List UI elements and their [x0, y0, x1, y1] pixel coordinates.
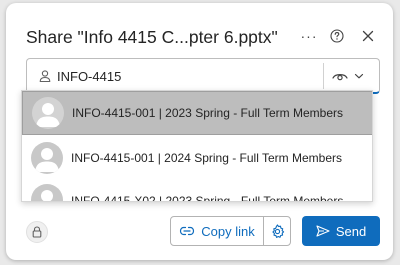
- copy-link-label: Copy link: [201, 223, 255, 239]
- eye-icon: [332, 74, 348, 81]
- permission-divider: [323, 63, 324, 89]
- suggestion-label: INFO-4415-001 | 2024 Spring - Full Term …: [71, 151, 343, 165]
- suggestion-label: INFO-4415-001 | 2023 Spring - Full Term …: [72, 106, 344, 120]
- suggestion-item[interactable]: INFO-4415-001 | 2024 Spring - Full Term …: [22, 136, 372, 180]
- send-icon: [316, 225, 330, 237]
- link-settings-button[interactable]: [264, 217, 290, 245]
- close-icon: [362, 30, 374, 42]
- people-search-input[interactable]: [57, 66, 317, 86]
- suggestion-item[interactable]: INFO-4415-X02 | 2023 Spring - Full Term …: [22, 180, 372, 202]
- more-options-button[interactable]: ···: [300, 27, 318, 45]
- question-circle-icon: [330, 29, 344, 43]
- lock-icon: [32, 226, 42, 238]
- send-button[interactable]: Send: [302, 216, 380, 246]
- more-icon: ···: [300, 28, 318, 44]
- people-search-box[interactable]: [26, 58, 380, 94]
- copy-link-group: Copy link: [170, 216, 291, 246]
- group-avatar: [32, 97, 64, 129]
- copy-link-button[interactable]: Copy link: [171, 217, 264, 245]
- chevron-down-icon: [354, 73, 364, 79]
- gear-icon: [271, 223, 284, 238]
- help-button[interactable]: [328, 27, 346, 45]
- link-icon: [180, 226, 195, 236]
- permission-dropdown-button[interactable]: [332, 65, 374, 87]
- group-avatar: [31, 142, 63, 174]
- dialog-title: Share "Info 4415 C...pter 6.pptx": [26, 27, 278, 47]
- suggestion-label: INFO-4415-X02 | 2023 Spring - Full Term …: [71, 194, 344, 202]
- suggestions-dropdown: INFO-4415-001 | 2023 Spring - Full Term …: [21, 90, 373, 202]
- suggestion-item[interactable]: INFO-4415-001 | 2023 Spring - Full Term …: [22, 91, 372, 135]
- close-button[interactable]: [359, 27, 377, 45]
- send-label: Send: [335, 223, 367, 239]
- group-avatar: [31, 184, 63, 201]
- link-settings-lock[interactable]: [26, 221, 48, 243]
- person-icon: [39, 70, 51, 83]
